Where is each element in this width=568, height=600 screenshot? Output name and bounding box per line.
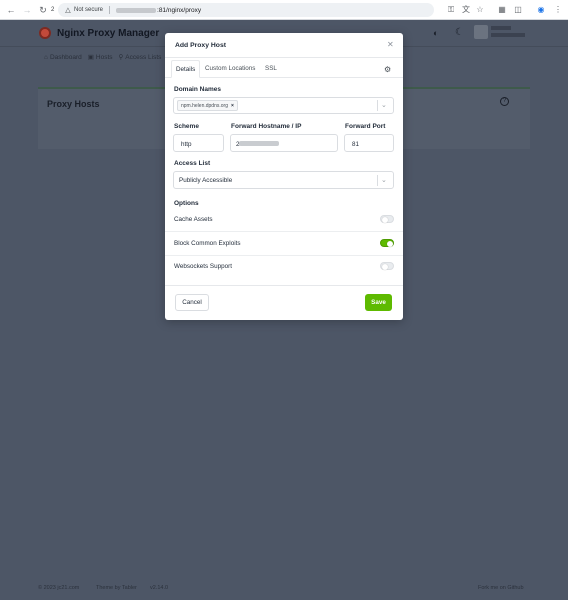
address-bar[interactable]: △ Not secure :81/nginx/proxy [58,3,434,17]
extension-icon[interactable]: ▦ [497,5,507,15]
scheme-value: http [181,141,192,148]
user-name-redacted [491,26,511,30]
cancel-button[interactable]: Cancel [175,294,209,311]
help-circle-icon[interactable]: ? [500,97,509,106]
avatar[interactable] [474,25,488,39]
brand-title: Nginx Proxy Manager [57,28,160,39]
redacted-host [116,7,157,13]
chevron-down-icon[interactable]: ⌄ [381,101,387,109]
select-separator [377,175,378,186]
websockets-toggle[interactable] [380,262,394,270]
dialog-header: Add Proxy Host ✕ [165,33,403,58]
dark-mode-moon-icon[interactable]: ☾ [455,27,464,38]
language-globe-icon[interactable]: ◐ [433,28,438,38]
option-divider [165,255,403,256]
browser-toolbar: ← → ↻ 2 △ Not secure :81/nginx/proxy ⚿ 文… [0,0,568,20]
remove-domain-icon[interactable]: × [231,101,234,110]
user-role-redacted [491,33,525,37]
option-block-exploits-label: Block Common Exploits [174,240,241,247]
back-arrow-icon[interactable]: ← [6,5,16,15]
nav-item-hosts[interactable]: ▣ Hosts [87,53,113,62]
tab-details[interactable]: Details [171,60,201,78]
footer-theme[interactable]: Theme by Tabler [96,585,137,591]
access-list-value: Publicly Accessible [179,177,233,184]
side-panel-icon[interactable]: ◫ [513,5,523,15]
url-path[interactable]: :81/nginx/proxy [157,7,201,14]
scheme-label: Scheme [174,123,199,130]
domain-names-label: Domain Names [174,86,221,93]
nav-item-access-lists[interactable]: ⚲ Access Lists [118,53,162,62]
card-title: Proxy Hosts [47,99,100,109]
close-icon[interactable]: ✕ [387,40,394,49]
key-icon[interactable]: ⚿ [446,5,456,15]
chevron-down-icon[interactable]: ⌄ [381,176,387,184]
warning-triangle-icon[interactable]: △ [64,6,72,14]
dialog-title: Add Proxy Host [175,42,226,49]
access-list-label: Access List [174,160,211,167]
forward-port-value: 81 [352,141,360,148]
home-icon: ⌂ [44,53,48,61]
dialog-footer-divider [165,285,403,286]
main-nav: ⌂ Dashboard ▣ Hosts ⚲ Access Lists [44,53,162,62]
forward-host-label: Forward Hostname / IP [231,123,302,130]
footer-copyright[interactable]: © 2023 jc21.com [38,585,79,591]
save-button[interactable]: Save [365,294,392,311]
options-label: Options [174,200,199,207]
lock-icon: ⚲ [118,54,124,61]
security-label[interactable]: Not secure [74,7,103,13]
nav-item-dashboard[interactable]: ⌂ Dashboard [44,53,82,61]
dialog-tabs: Details Custom Locations SSL [165,60,403,78]
block-exploits-toggle[interactable] [380,239,394,247]
star-icon[interactable]: ☆ [475,5,485,15]
address-separator [109,6,111,14]
forward-port-label: Forward Port [345,123,386,130]
profile-icon[interactable]: ◉ [536,5,546,15]
option-cache-assets-label: Cache Assets [174,216,213,223]
reload-icon[interactable]: ↻ [38,5,48,15]
footer-version[interactable]: v2.14.0 [150,585,168,591]
tab-custom-locations[interactable]: Custom Locations [201,60,259,78]
footer-github-link[interactable]: Fork me on Github [478,585,524,591]
reload-count: 2 [51,6,55,13]
translate-icon[interactable]: 文 [461,5,471,15]
more-vert-icon[interactable]: ⋮ [553,5,563,15]
tab-ssl[interactable]: SSL [261,60,281,78]
forward-arrow-icon[interactable]: → [22,5,32,15]
select-separator [377,100,378,111]
nginx-logo-icon [39,27,51,39]
domain-chip-label: npm.helen.dpdns.org [181,103,228,109]
option-divider [165,231,403,232]
option-websockets-label: Websockets Support [174,263,232,270]
domain-chip: npm.helen.dpdns.org × [177,100,238,111]
cache-assets-toggle[interactable] [380,215,394,223]
monitor-icon: ▣ [87,54,94,61]
redacted-forward-host [239,141,279,146]
gear-icon[interactable]: ⚙ [384,65,391,74]
